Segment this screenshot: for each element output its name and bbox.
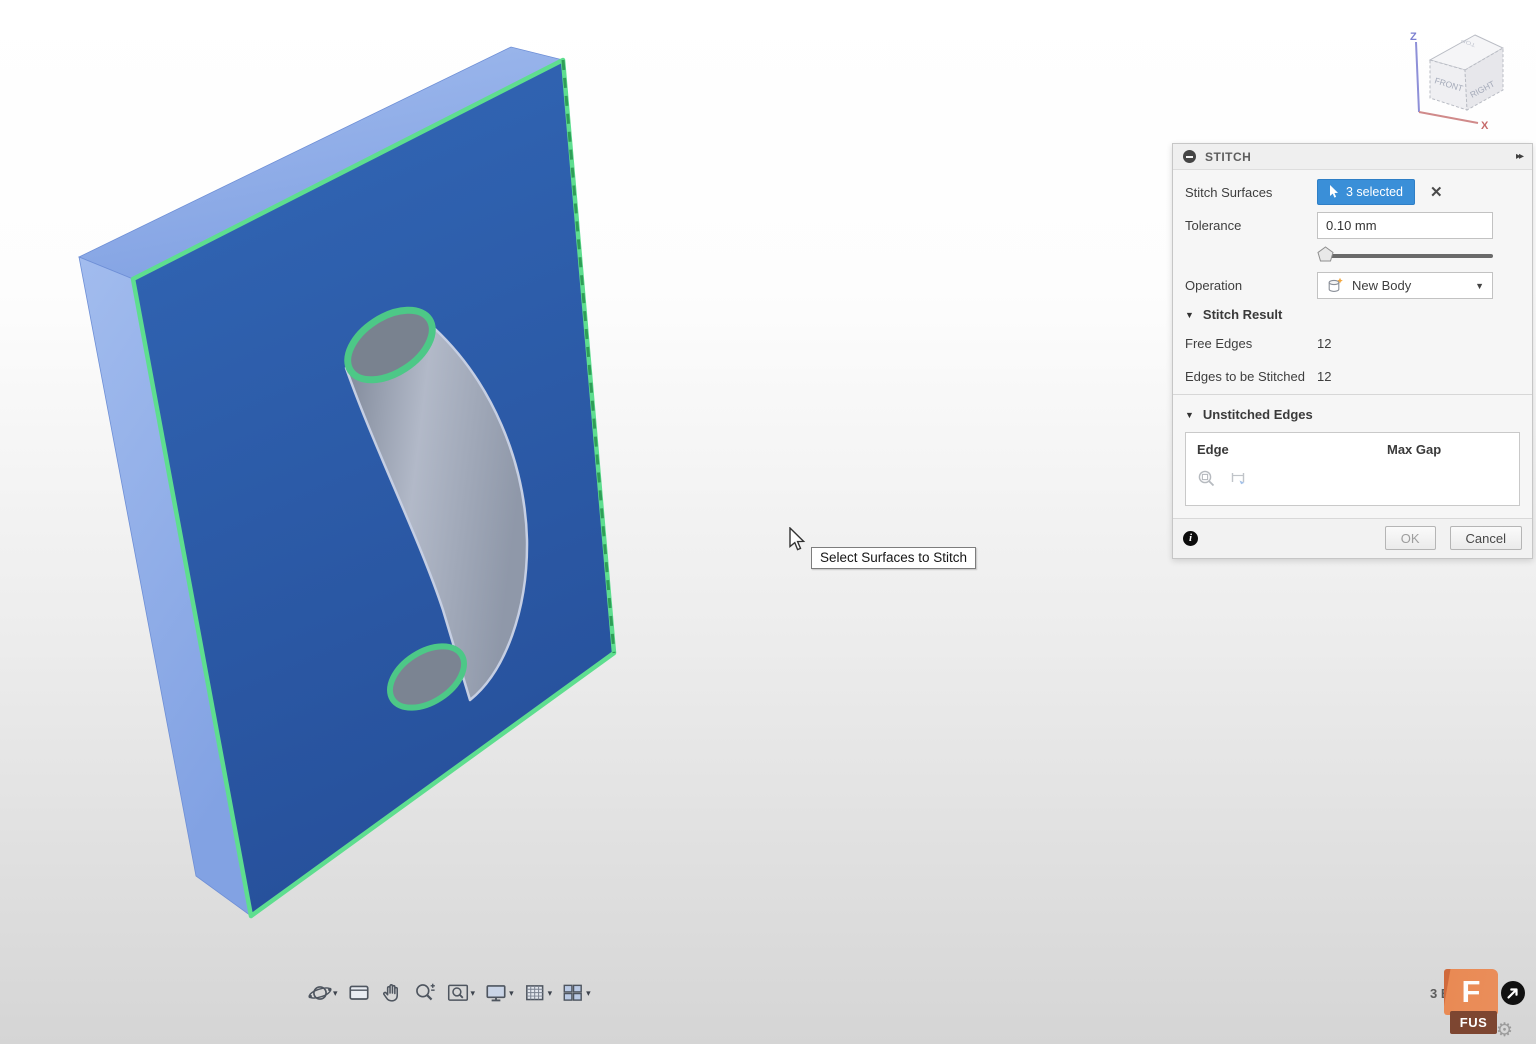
x-axis-label: X	[1481, 120, 1489, 132]
operation-row: Operation New Body ▼	[1185, 272, 1520, 299]
grid-and-snaps-button[interactable]: ▾	[523, 981, 553, 1005]
free-edges-label: Free Edges	[1185, 336, 1317, 351]
operation-value: New Body	[1352, 278, 1411, 293]
stitch-surfaces-label: Stitch Surfaces	[1185, 185, 1317, 200]
unstitched-edges-header[interactable]: ▼ Unstitched Edges	[1185, 407, 1520, 422]
chevron-down-icon[interactable]: ▼	[1475, 281, 1484, 291]
display-settings-icon	[484, 981, 508, 1005]
z-axis-label: Z	[1410, 31, 1417, 43]
pan-button[interactable]	[380, 981, 404, 1005]
table-tools	[1197, 469, 1508, 489]
orbit-button[interactable]: ▾	[308, 981, 338, 1005]
stitch-result-title: Stitch Result	[1203, 307, 1282, 322]
clear-selection-icon[interactable]: ✕	[1430, 183, 1443, 201]
fusion-badge: FUS	[1450, 1011, 1497, 1034]
orbit-icon	[308, 981, 332, 1005]
share-icon[interactable]	[1500, 980, 1526, 1006]
slider-handle[interactable]	[1317, 246, 1334, 262]
x-axis-line	[1419, 112, 1478, 123]
tolerance-row: Tolerance	[1185, 212, 1520, 239]
detach-dialog-icon[interactable]: ▸▸	[1516, 151, 1522, 162]
operation-select[interactable]: New Body ▼	[1317, 272, 1493, 299]
dialog-body: Stitch Surfaces 3 selected ✕ Tolerance O…	[1173, 170, 1532, 506]
free-edges-row: Free Edges 12	[1185, 336, 1520, 351]
free-edges-value: 12	[1317, 336, 1331, 351]
tolerance-slider[interactable]	[1317, 246, 1495, 264]
dialog-footer: i OK Cancel	[1173, 518, 1532, 558]
zoom-icon	[413, 981, 437, 1005]
viewports-icon	[561, 981, 585, 1005]
z-axis-line	[1416, 42, 1419, 112]
section-caret-icon[interactable]: ▼	[1185, 410, 1194, 420]
navigation-toolbar: ▾ ▾ ▾	[308, 977, 591, 1009]
edge-column-header: Edge	[1197, 442, 1387, 457]
pan-hand-icon	[380, 981, 404, 1005]
edges-to-stitch-row: Edges to be Stitched 12	[1185, 369, 1520, 384]
chevron-down-icon: ▾	[548, 988, 553, 999]
viewports-button[interactable]: ▾	[561, 981, 591, 1005]
new-body-icon	[1326, 277, 1344, 295]
stitch-dialog: STITCH ▸▸ Stitch Surfaces 3 selected ✕ T…	[1172, 143, 1533, 559]
max-gap-column-header: Max Gap	[1387, 442, 1441, 457]
zoom-to-edge-icon[interactable]	[1197, 469, 1217, 489]
tooltip: Select Surfaces to Stitch	[811, 547, 976, 569]
ok-button[interactable]: OK	[1385, 526, 1436, 550]
edges-to-stitch-label: Edges to be Stitched	[1185, 369, 1317, 384]
section-divider	[1173, 394, 1532, 395]
fit-icon	[446, 981, 470, 1005]
section-caret-icon[interactable]: ▼	[1185, 310, 1194, 320]
collapse-icon[interactable]	[1183, 150, 1196, 163]
display-settings-button[interactable]: ▾	[484, 981, 514, 1005]
grid-icon	[523, 981, 547, 1005]
view-cube[interactable]: Z X FRONT RIGHT TOP	[1402, 26, 1522, 136]
unstitched-edges-table[interactable]: Edge Max Gap	[1185, 432, 1520, 506]
dialog-title: STITCH	[1205, 150, 1251, 164]
look-at-icon	[347, 981, 371, 1005]
chevron-down-icon: ▾	[586, 988, 591, 999]
chevron-down-icon: ▾	[471, 988, 476, 999]
slider-track[interactable]	[1324, 254, 1493, 258]
selection-count: 3 selected	[1346, 185, 1403, 199]
3d-model-viewport[interactable]	[0, 0, 700, 960]
select-cursor-icon	[1329, 185, 1339, 199]
chevron-down-icon: ▾	[333, 988, 338, 999]
table-header: Edge Max Gap	[1197, 442, 1508, 457]
chevron-down-icon: ▾	[509, 988, 514, 999]
mouse-cursor	[789, 527, 811, 555]
selection-button[interactable]: 3 selected	[1317, 179, 1415, 205]
fit-button[interactable]: ▾	[446, 981, 476, 1005]
dialog-header[interactable]: STITCH ▸▸	[1173, 144, 1532, 170]
unstitched-edges-title: Unstitched Edges	[1203, 407, 1313, 422]
gap-measure-icon[interactable]	[1229, 469, 1249, 489]
operation-label: Operation	[1185, 278, 1317, 293]
tolerance-label: Tolerance	[1185, 218, 1317, 233]
tolerance-input[interactable]	[1317, 212, 1493, 239]
fusion-logo: F	[1444, 969, 1498, 1015]
fusion-logo-letter: F	[1462, 974, 1481, 1010]
gear-icon[interactable]: ⚙	[1496, 1019, 1513, 1042]
look-at-button[interactable]	[347, 981, 371, 1005]
cancel-button[interactable]: Cancel	[1450, 526, 1522, 550]
stitch-result-header[interactable]: ▼ Stitch Result	[1185, 307, 1520, 322]
stitch-surfaces-row: Stitch Surfaces 3 selected ✕	[1185, 179, 1520, 205]
edges-to-stitch-value: 12	[1317, 369, 1331, 384]
info-icon[interactable]: i	[1183, 531, 1198, 546]
zoom-button[interactable]	[413, 981, 437, 1005]
